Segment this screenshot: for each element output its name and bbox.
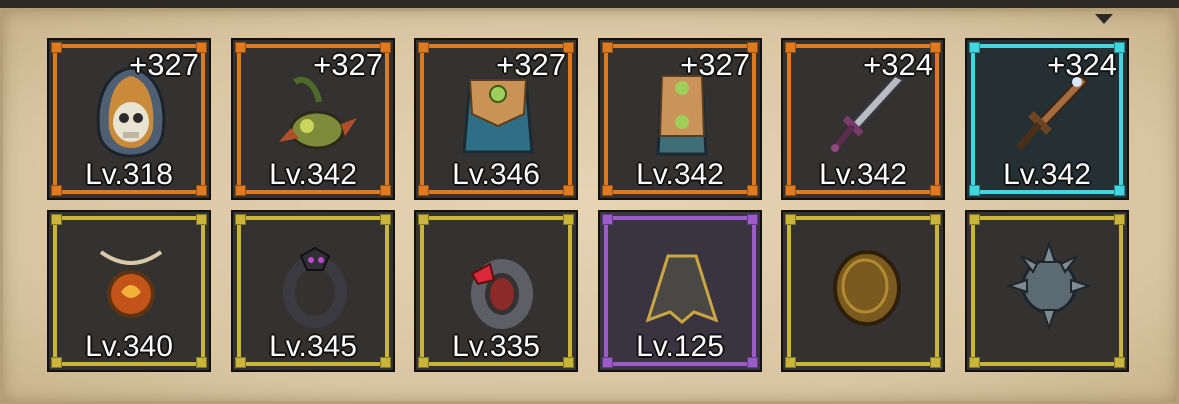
equip-slot-head[interactable]: +327 Lv.318 [47,38,211,200]
equip-slot-helmet[interactable]: +327 Lv.342 [231,38,395,200]
item-level: Lv.340 [85,330,173,363]
equip-slot-orb[interactable] [965,210,1129,372]
cloak-icon [645,254,719,324]
equip-slot-talisman[interactable] [781,210,945,372]
enhance-bonus: +327 [129,47,199,82]
dark-ring-icon [283,246,347,328]
item-level: Lv.125 [636,330,724,363]
enhance-bonus: +327 [680,47,750,82]
equip-slot-weapon[interactable]: +324 Lv.342 [781,38,945,200]
item-level: Lv.346 [452,158,540,191]
equip-slot-offhand[interactable]: +324 Lv.342 [965,38,1129,200]
equip-slot-cloak[interactable]: Lv.125 [598,210,762,372]
enhance-bonus: +327 [496,47,566,82]
item-level: Lv.318 [85,158,173,191]
coin-talisman-icon [833,250,901,326]
equip-slot-ring-1[interactable]: Lv.345 [231,210,395,372]
equip-slot-ring-2[interactable]: Lv.335 [414,210,578,372]
equip-slot-legs[interactable]: +327 Lv.342 [598,38,762,200]
item-level: Lv.342 [636,158,724,191]
item-level: Lv.342 [1003,158,1091,191]
equip-slot-amulet[interactable]: Lv.340 [47,210,211,372]
ruby-ring-icon [470,259,533,329]
enhance-bonus: +324 [1047,47,1117,82]
item-level: Lv.342 [819,158,907,191]
enhance-bonus: +327 [313,47,383,82]
item-level: Lv.345 [269,330,357,363]
amulet-icon [99,250,163,318]
item-level: Lv.335 [452,330,540,363]
equip-slot-chest[interactable]: +327 Lv.346 [414,38,578,200]
panel-notch [1095,14,1113,24]
spiked-orb-icon [1005,240,1093,332]
enhance-bonus: +324 [863,47,933,82]
item-level: Lv.342 [269,158,357,191]
